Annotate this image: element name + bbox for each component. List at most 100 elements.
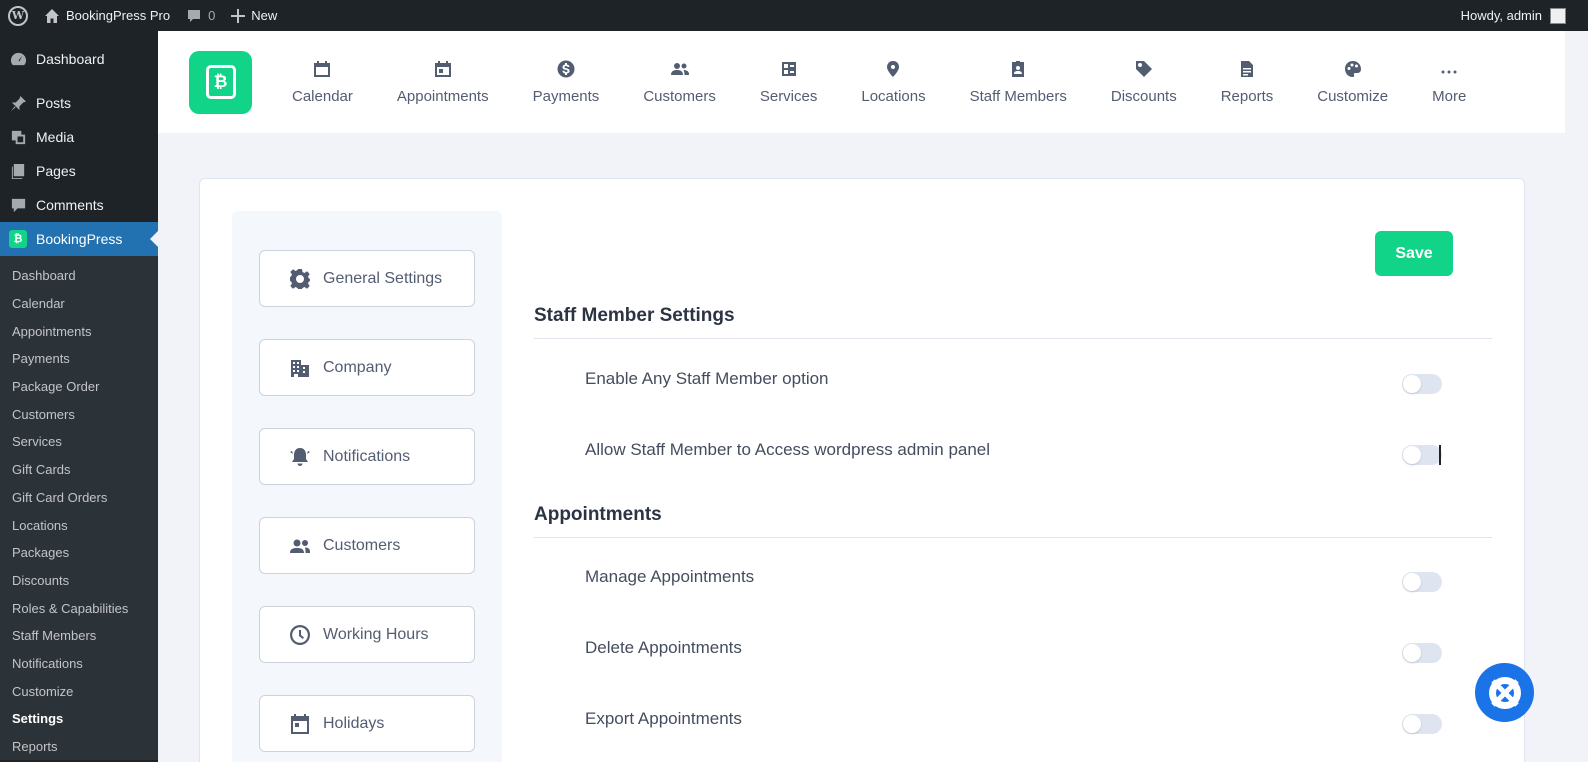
settings-menu-holidays[interactable]: Holidays: [259, 695, 475, 752]
new-label: New: [251, 8, 278, 23]
settings-menu-notifications[interactable]: Notifications: [259, 428, 475, 485]
setting-label-enable-any-staff-member: Enable Any Staff Member option: [585, 369, 829, 388]
new-content-link[interactable]: New: [223, 0, 285, 31]
nav-locations[interactable]: Locations: [839, 60, 947, 105]
my-account[interactable]: Howdy, admin: [1461, 0, 1566, 31]
submenu-item-notifications[interactable]: Notifications: [0, 650, 158, 678]
nav-discounts[interactable]: Discounts: [1089, 60, 1199, 105]
settings-menu-general[interactable]: General Settings: [259, 250, 475, 307]
toggle-delete-appointments[interactable]: [1402, 643, 1442, 663]
section-title-appointments: Appointments: [534, 504, 662, 525]
nav-more[interactable]: More: [1410, 60, 1488, 105]
nav-payments[interactable]: Payments: [511, 60, 622, 105]
home-icon: [45, 8, 59, 23]
bookingpress-logo[interactable]: ₿: [189, 50, 252, 114]
calendar-icon: [291, 713, 309, 734]
menu-item-label: Posts: [36, 95, 72, 111]
building-icon: [291, 359, 309, 377]
nav-appointments[interactable]: Appointments: [375, 60, 511, 105]
settings-menu-label: Working Hours: [323, 625, 429, 643]
nav-reports[interactable]: Reports: [1199, 60, 1296, 105]
settings-menu-customers[interactable]: Customers: [259, 517, 475, 574]
wordpress-icon: W: [8, 5, 28, 26]
nav-label: Appointments: [396, 87, 489, 105]
nav-customers[interactable]: Customers: [621, 60, 738, 105]
submenu-item-locations[interactable]: Locations: [0, 511, 158, 539]
menu-item-bookingpress[interactable]: ₿ BookingPress: [0, 222, 158, 256]
nav-label: More: [1432, 87, 1467, 105]
submenu-item-services[interactable]: Services: [0, 428, 158, 456]
submenu-item-payments[interactable]: Payments: [0, 345, 158, 373]
comments-link[interactable]: 0: [178, 0, 223, 31]
bookingpress-submenu: Dashboard Calendar Appointments Payments…: [0, 256, 158, 761]
comment-icon: [9, 196, 27, 214]
save-button[interactable]: Save: [1375, 231, 1453, 276]
nav-calendar[interactable]: Calendar: [270, 60, 375, 105]
section-divider: [534, 338, 1492, 339]
menu-item-label: Pages: [36, 163, 76, 179]
submenu-item-staff-members[interactable]: Staff Members: [0, 622, 158, 650]
submenu-item-dashboard[interactable]: Dashboard: [0, 262, 158, 290]
location-pin-icon: [887, 60, 900, 77]
clock-icon: [290, 624, 310, 645]
nav-label: Reports: [1220, 87, 1274, 105]
settings-menu-label: Company: [323, 358, 392, 376]
nav-customize[interactable]: Customize: [1295, 60, 1410, 105]
nav-label: Staff Members: [969, 87, 1067, 105]
submenu-item-customize[interactable]: Customize: [0, 677, 158, 705]
submenu-item-customers[interactable]: Customers: [0, 400, 158, 428]
submenu-item-appointments[interactable]: Appointments: [0, 317, 158, 345]
bell-icon: [290, 447, 310, 466]
menu-item-label: Media: [36, 129, 75, 145]
menu-item-pages[interactable]: Pages: [0, 154, 158, 188]
help-lifebuoy-button[interactable]: [1475, 663, 1534, 722]
nav-label: Services: [759, 87, 818, 105]
menu-item-media[interactable]: Media: [0, 120, 158, 154]
menu-item-posts[interactable]: Posts: [0, 86, 158, 120]
submenu-item-packages[interactable]: Packages: [0, 539, 158, 567]
submenu-item-gift-cards[interactable]: Gift Cards: [0, 456, 158, 484]
menu-item-dashboard[interactable]: Dashboard: [0, 42, 158, 76]
tag-icon: [1135, 60, 1152, 77]
nav-label: Calendar: [292, 87, 353, 105]
settings-menu: General Settings Company Notifications C…: [232, 211, 502, 762]
toggle-manage-appointments[interactable]: [1402, 572, 1442, 592]
staff-badge-icon: [1012, 60, 1025, 77]
submenu-item-gift-card-orders[interactable]: Gift Card Orders: [0, 484, 158, 512]
admin-bar: W BookingPress Pro 0 New Howdy, admin: [0, 0, 1588, 31]
site-name: BookingPress Pro: [66, 8, 171, 23]
toggle-enable-any-staff-member[interactable]: [1402, 374, 1442, 394]
pages-icon: [9, 162, 27, 180]
avatar: [1550, 7, 1566, 24]
nav-services[interactable]: Services: [738, 60, 840, 105]
settings-menu-label: Customers: [323, 536, 401, 554]
more-dots-icon: [1441, 70, 1457, 73]
submenu-item-reports[interactable]: Reports: [0, 733, 158, 761]
settings-menu-label: Notifications: [323, 447, 411, 465]
menu-item-label: Comments: [36, 197, 104, 213]
section-title-staff-member-settings: Staff Member Settings: [534, 305, 735, 326]
setting-label-allow-staff-admin-access: Allow Staff Member to Access wordpress a…: [585, 440, 991, 459]
menu-item-comments[interactable]: Comments: [0, 188, 158, 222]
settings-menu-working-hours[interactable]: Working Hours: [259, 606, 475, 663]
submenu-item-calendar[interactable]: Calendar: [0, 290, 158, 318]
section-divider: [534, 537, 1492, 538]
toggle-allow-staff-admin-access[interactable]: [1402, 445, 1442, 465]
lifebuoy-icon: [1488, 676, 1521, 709]
nav-staff-members[interactable]: Staff Members: [948, 60, 1089, 105]
settings-menu-company[interactable]: Company: [259, 339, 475, 396]
submenu-item-settings[interactable]: Settings: [0, 705, 158, 733]
wordpress-logo-button[interactable]: W: [0, 0, 36, 31]
setting-label-manage-appointments: Manage Appointments: [585, 567, 755, 586]
submenu-item-discounts[interactable]: Discounts: [0, 567, 158, 595]
site-name-link[interactable]: BookingPress Pro: [36, 0, 178, 31]
submenu-item-package-order[interactable]: Package Order: [0, 373, 158, 401]
appointments-icon: [434, 60, 451, 77]
wp-admin-menu: Dashboard Posts Media Pages Comments ₿ B…: [0, 31, 158, 762]
comments-count: 0: [208, 8, 216, 23]
howdy-text: Howdy, admin: [1460, 8, 1542, 23]
menu-item-label: BookingPress: [36, 231, 123, 247]
gear-icon: [290, 268, 310, 289]
submenu-item-roles-capabilities[interactable]: Roles & Capabilities: [0, 594, 158, 622]
toggle-export-appointments[interactable]: [1402, 714, 1442, 734]
